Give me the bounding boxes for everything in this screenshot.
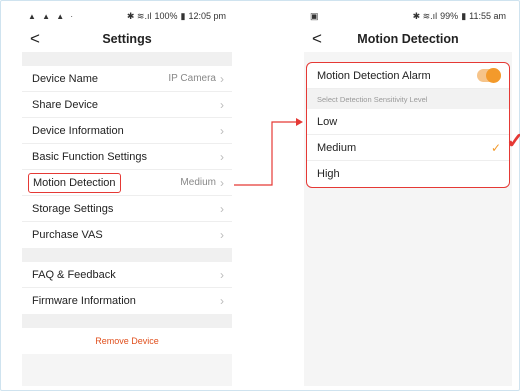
notification-icons: ▲ ▲ ▲ · — [28, 11, 76, 21]
item-label: Device Information — [32, 124, 124, 137]
sensitivity-option-low[interactable]: Low — [307, 109, 509, 135]
settings-item-device-information[interactable]: Device Information › — [22, 118, 232, 144]
chevron-right-icon: › — [220, 201, 224, 216]
settings-item-firmware[interactable]: Firmware Information › — [22, 288, 232, 314]
settings-item-basic-function[interactable]: Basic Function Settings › — [22, 144, 232, 170]
settings-item-purchase-vas[interactable]: Purchase VAS › — [22, 222, 232, 248]
signal-icons: ✱ ≋.ıl — [126, 10, 152, 21]
checkmark-icon: ✓ — [490, 140, 501, 155]
option-label: Low — [317, 115, 338, 128]
sensitivity-section-header: Select Detection Sensitivity Level — [307, 89, 509, 109]
option-label: High — [317, 168, 340, 180]
chevron-right-icon: › — [220, 71, 224, 86]
chevron-right-icon: › — [220, 294, 224, 308]
remove-device-button[interactable]: Remove Device — [22, 328, 232, 354]
battery-icon: ▮ — [461, 10, 467, 21]
battery-level: 99% — [440, 11, 459, 21]
chevron-right-icon: › — [220, 149, 224, 164]
settings-group-help: FAQ & Feedback › Firmware Information › — [22, 262, 232, 314]
motion-detection-screen: ▣ ✱ ≋.ıl 99% ▮ 11:55 am < Motion Detecti… — [304, 6, 512, 386]
motion-alarm-label: Motion Detection Alarm — [317, 69, 431, 82]
spacer — [22, 248, 232, 262]
item-label: Purchase VAS — [32, 229, 103, 241]
highlight-checkmark-icon: ✓ — [506, 128, 520, 153]
page-title: Settings — [102, 32, 152, 46]
navbar: < Motion Detection — [304, 26, 512, 52]
chevron-right-icon: › — [220, 123, 224, 138]
status-time: 11:55 am — [469, 11, 506, 21]
sensitivity-option-medium[interactable]: Medium ✓ — [307, 135, 509, 161]
settings-item-share-device[interactable]: Share Device › — [22, 92, 232, 118]
back-button[interactable]: < — [30, 29, 40, 49]
gallery-icon: ▣ — [310, 10, 319, 21]
motion-alarm-row: Motion Detection Alarm — [307, 63, 509, 89]
item-label: Motion Detection — [28, 172, 121, 193]
chevron-right-icon: › — [220, 267, 224, 282]
settings-item-device-name[interactable]: Device Name IP Camera › — [22, 66, 232, 92]
item-label: Basic Function Settings — [32, 150, 147, 163]
motion-detection-panel: Motion Detection Alarm Select Detection … — [306, 62, 510, 188]
item-label: FAQ & Feedback — [32, 268, 116, 281]
chevron-right-icon: › — [220, 175, 224, 190]
item-value: Medium — [180, 177, 216, 188]
item-label: Firmware Information — [32, 295, 136, 307]
spacer — [22, 52, 232, 66]
status-time: 12:05 pm — [188, 11, 226, 21]
sensitivity-option-high[interactable]: High — [307, 161, 509, 187]
status-bar: ▲ ▲ ▲ · ✱ ≋.ıl 100% ▮ 12:05 pm — [22, 6, 232, 26]
option-label: Medium — [317, 141, 357, 154]
page-title: Motion Detection — [357, 32, 459, 46]
back-button[interactable]: < — [312, 29, 322, 49]
status-bar: ▣ ✱ ≋.ıl 99% ▮ 11:55 am — [304, 6, 512, 26]
navbar: < Settings — [22, 26, 232, 52]
chevron-right-icon: › — [220, 97, 224, 112]
toggle-knob — [486, 68, 501, 83]
settings-item-motion-detection[interactable]: Motion Detection Medium › — [22, 170, 232, 196]
item-label: Storage Settings — [32, 202, 114, 215]
battery-icon: ▮ — [180, 10, 186, 21]
settings-group-main: Device Name IP Camera › Share Device › De… — [22, 66, 232, 248]
settings-item-storage[interactable]: Storage Settings › — [22, 196, 232, 222]
chevron-right-icon: › — [220, 228, 224, 242]
battery-level: 100% — [154, 11, 178, 21]
signal-icons: ✱ ≋.ıl — [412, 10, 438, 21]
item-label: Share Device — [32, 98, 99, 111]
settings-screen: ▲ ▲ ▲ · ✱ ≋.ıl 100% ▮ 12:05 pm < Setting… — [22, 6, 232, 386]
motion-alarm-toggle[interactable] — [477, 68, 501, 83]
settings-item-faq[interactable]: FAQ & Feedback › — [22, 262, 232, 288]
spacer — [22, 314, 232, 328]
item-label: Device Name — [32, 72, 99, 85]
item-value: IP Camera — [168, 73, 216, 84]
